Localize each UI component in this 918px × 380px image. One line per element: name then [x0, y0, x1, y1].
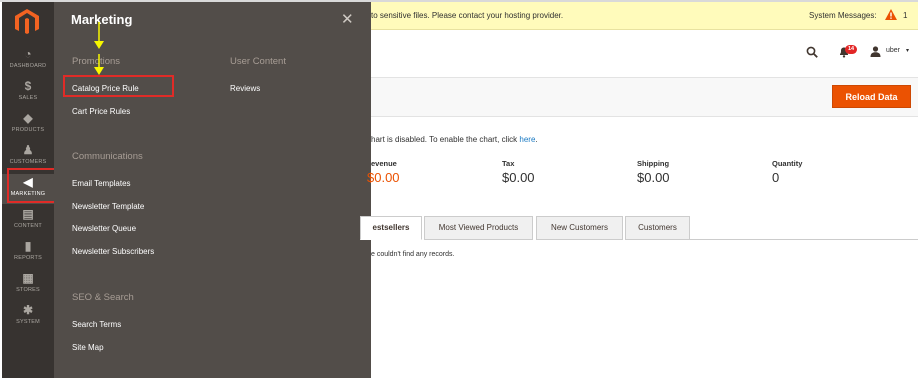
nav-label: CONTENT — [14, 223, 42, 229]
menu-link-newsletter-queue[interactable]: Newsletter Queue — [72, 224, 136, 233]
magento-logo-icon[interactable] — [14, 8, 40, 36]
metric-label-shipping: Shipping — [637, 159, 670, 168]
reload-data-button[interactable]: Reload Data — [832, 85, 911, 108]
content-icon: ▤ — [22, 207, 34, 221]
menu-link-reviews[interactable]: Reviews — [230, 84, 260, 93]
nav-item-sales[interactable]: $ SALES — [2, 78, 54, 108]
metric-label-tax: Tax — [502, 159, 515, 168]
tab-new-customers[interactable]: New Customers — [536, 216, 623, 240]
arrow-down-icon — [94, 22, 104, 49]
chart-note-end: . — [535, 135, 538, 144]
chevron-down-icon[interactable]: ▾ — [906, 47, 909, 54]
gear-icon: ✱ — [22, 303, 34, 317]
user-icon[interactable] — [870, 46, 881, 57]
metric-value-revenue: $0.00 — [367, 170, 400, 185]
enable-chart-link[interactable]: here — [519, 135, 535, 144]
store-icon: ▦ — [22, 271, 34, 285]
section-title-seo-search: SEO & Search — [72, 292, 134, 303]
notification-count-badge: 14 — [845, 45, 858, 54]
nav-item-reports[interactable]: ▮ REPORTS — [2, 238, 54, 268]
menu-link-cart-price-rules[interactable]: Cart Price Rules — [72, 107, 130, 116]
menu-link-newsletter-template[interactable]: Newsletter Template — [72, 202, 144, 211]
tabs-divider — [690, 239, 918, 240]
nav-label: SYSTEM — [16, 319, 40, 325]
close-icon[interactable]: ✕ — [341, 10, 354, 28]
dashboard-icon: ◔ — [24, 47, 32, 61]
metric-label-quantity: Quantity — [772, 159, 803, 168]
dollar-icon: $ — [24, 79, 32, 93]
metric-value-shipping: $0.00 — [637, 170, 670, 185]
cube-icon: ◆ — [23, 111, 33, 125]
tab-most-viewed-products[interactable]: Most Viewed Products — [424, 216, 533, 240]
nav-item-products[interactable]: ◆ PRODUCTS — [2, 110, 54, 140]
section-title-communications: Communications — [72, 151, 143, 162]
bar-chart-icon: ▮ — [24, 239, 32, 253]
system-message-bar: to sensitive files. Please contact your … — [371, 2, 918, 30]
nav-label: SALES — [18, 95, 38, 101]
nav-label: REPORTS — [14, 255, 42, 261]
nav-label: CUSTOMERS — [9, 159, 47, 165]
nav-label: PRODUCTS — [11, 127, 45, 133]
menu-link-search-terms[interactable]: Search Terms — [72, 320, 121, 329]
chart-note-text: hart is disabled. To enable the chart, c… — [371, 135, 520, 144]
catalog-price-rule-highlight-box — [63, 75, 174, 97]
nav-item-stores[interactable]: ▦ STORES — [2, 270, 54, 300]
search-icon[interactable] — [806, 46, 818, 58]
nav-label: STORES — [16, 287, 40, 293]
nav-label: DASHBOARD — [9, 63, 47, 69]
marketing-highlight-box — [7, 168, 56, 203]
empty-records-message: e couldn't find any records. — [371, 251, 455, 258]
menu-link-site-map[interactable]: Site Map — [72, 343, 104, 352]
user-menu-name[interactable]: uber — [886, 47, 900, 54]
tab-customers[interactable]: Customers — [625, 216, 690, 240]
warning-icon[interactable] — [885, 9, 897, 20]
chart-disabled-note: hart is disabled. To enable the chart, c… — [371, 135, 538, 144]
person-icon: ♟ — [22, 143, 34, 157]
menu-link-newsletter-subscribers[interactable]: Newsletter Subscribers — [72, 247, 154, 256]
nav-item-dashboard[interactable]: ◔ DASHBOARD — [2, 46, 54, 76]
system-message-text: to sensitive files. Please contact your … — [371, 11, 564, 20]
metric-label-revenue: evenue — [371, 159, 397, 168]
metric-value-quantity: 0 — [772, 170, 780, 185]
nav-item-system[interactable]: ✱ SYSTEM — [2, 302, 54, 332]
arrow-down-icon — [94, 54, 104, 75]
metric-value-tax: $0.00 — [502, 170, 535, 185]
section-title-user-content: User Content — [230, 56, 286, 67]
system-messages-count: 1 — [903, 11, 908, 20]
tab-bestsellers[interactable]: estsellers — [360, 216, 422, 240]
system-messages-label[interactable]: System Messages: — [809, 11, 877, 20]
nav-item-content[interactable]: ▤ CONTENT — [2, 206, 54, 236]
menu-link-email-templates[interactable]: Email Templates — [72, 179, 131, 188]
